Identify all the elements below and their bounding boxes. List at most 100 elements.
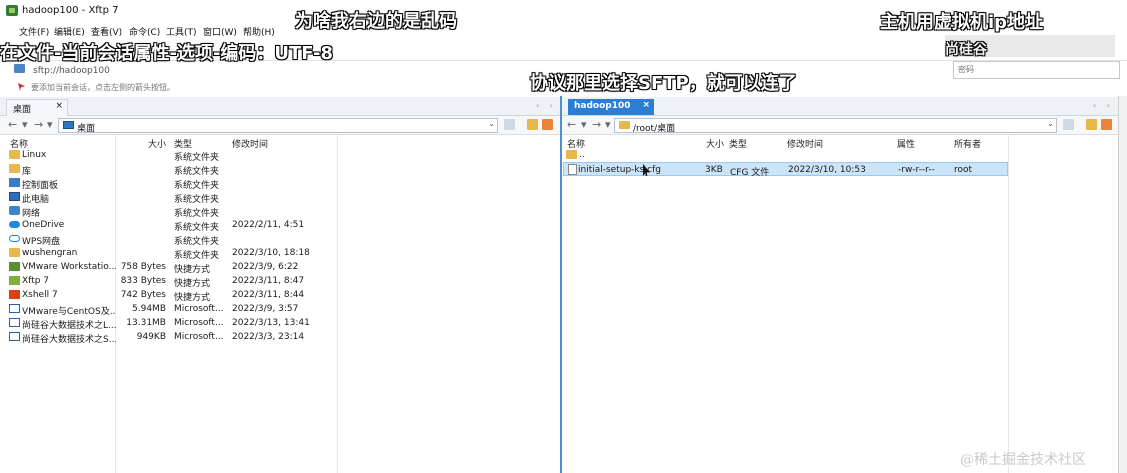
address-input[interactable] bbox=[4, 63, 944, 78]
back-arrow-icon[interactable]: ← bbox=[8, 118, 17, 131]
file-icon bbox=[568, 164, 577, 175]
watermark: @稀土掘金技术社区 bbox=[960, 452, 1086, 468]
tab-scroll-arrows[interactable]: ‹ › bbox=[536, 101, 557, 110]
list-item[interactable]: Xshell 7 742 Bytes 快捷方式 2022/3/11, 8:44 bbox=[0, 288, 560, 303]
file-type: Microsoft... bbox=[174, 304, 224, 314]
xftp-app-icon bbox=[6, 5, 18, 16]
column-divider bbox=[1008, 134, 1009, 473]
tab-remote-hadoop100[interactable]: hadoop100 × bbox=[568, 99, 654, 115]
list-item[interactable]: 尚硅谷大数据技术之L... 13.31MB Microsoft... 2022/3/1… bbox=[0, 316, 560, 331]
file-name: Linux bbox=[22, 150, 47, 160]
tab-label: hadoop100 bbox=[574, 101, 631, 111]
close-icon[interactable]: × bbox=[642, 100, 650, 110]
file-name: 尚硅谷大数据技术之S... bbox=[22, 335, 116, 345]
list-item[interactable]: .. bbox=[563, 148, 1008, 162]
file-modified: 2022/3/10, 18:18 bbox=[232, 248, 310, 258]
menu-help[interactable]: 帮助(H) bbox=[243, 25, 275, 38]
menu-window[interactable]: 窗口(W) bbox=[203, 25, 237, 38]
forward-arrow-icon[interactable]: → bbox=[592, 118, 601, 131]
folder-up-icon[interactable] bbox=[527, 119, 538, 130]
menu-file[interactable]: 文件(F) bbox=[19, 25, 49, 38]
caption-top-right-sub: 尚硅谷 bbox=[945, 42, 987, 58]
file-modified: 2022/3/11, 8:47 bbox=[232, 276, 305, 286]
vmware-icon bbox=[9, 262, 20, 271]
list-item[interactable]: 尚硅谷大数据技术之S... 949KB Microsoft... 2022/3/3, … bbox=[0, 330, 560, 345]
forward-arrow-icon[interactable]: → bbox=[34, 118, 43, 131]
file-attributes: -rw-r--r-- bbox=[898, 165, 935, 175]
list-item[interactable]: wushengran 系统文件夹 2022/3/10, 18:18 bbox=[0, 246, 560, 261]
local-path-input[interactable]: 桌面 ⌄ bbox=[58, 118, 498, 134]
close-icon[interactable]: × bbox=[55, 101, 63, 111]
menu-edit[interactable]: 编辑(E) bbox=[54, 25, 85, 38]
file-modified: 2022/3/13, 13:41 bbox=[232, 318, 310, 328]
refresh-icon[interactable] bbox=[1063, 119, 1074, 130]
dropdown-icon[interactable]: ▾ bbox=[47, 118, 53, 131]
list-item[interactable]: WPS网盘 系统文件夹 bbox=[0, 232, 560, 247]
file-name: wushengran bbox=[22, 248, 78, 258]
control-panel-icon bbox=[9, 178, 20, 187]
xshell-icon bbox=[9, 290, 20, 299]
document-icon bbox=[9, 318, 20, 327]
caption-middle: 协议那里选择SFTP，就可以连了 bbox=[530, 73, 797, 94]
file-modified: 2022/3/9, 6:22 bbox=[232, 262, 299, 272]
list-item[interactable]: 控制面板 系统文件夹 bbox=[0, 176, 560, 191]
menu-view[interactable]: 查看(V) bbox=[91, 25, 122, 38]
document-icon bbox=[9, 304, 20, 313]
menu-tools[interactable]: 工具(T) bbox=[166, 25, 197, 38]
tab-local-desktop[interactable]: 桌面 × bbox=[6, 99, 68, 116]
tab-label: 桌面 bbox=[13, 105, 32, 115]
folder-icon bbox=[619, 121, 630, 129]
file-size: 833 Bytes bbox=[120, 276, 166, 286]
dropdown-icon[interactable]: ▾ bbox=[605, 118, 611, 131]
list-item[interactable]: initial-setup-ks.cfg 3KB CFG 文件 2022/3/1… bbox=[563, 162, 1008, 178]
folder-up-icon[interactable] bbox=[1086, 119, 1097, 130]
dropdown-icon[interactable]: ▾ bbox=[581, 118, 587, 131]
list-item[interactable]: VMware与CentOS及... 5.94MB Microsoft... 2022/… bbox=[0, 302, 560, 317]
list-item[interactable]: 此电脑 系统文件夹 bbox=[0, 190, 560, 205]
onedrive-icon bbox=[9, 221, 20, 228]
list-item[interactable]: Xftp 7 833 Bytes 快捷方式 2022/3/11, 8:47 bbox=[0, 274, 560, 289]
file-size: 3KB bbox=[705, 165, 723, 175]
refresh-icon[interactable] bbox=[504, 119, 515, 130]
remote-path-text: /root/桌面 bbox=[633, 124, 676, 134]
tab-scroll-arrows[interactable]: ‹ › bbox=[1093, 101, 1114, 110]
file-modified: 2022/3/10, 10:53 bbox=[788, 165, 866, 175]
file-name: .. bbox=[579, 150, 585, 160]
dropdown-icon[interactable]: ▾ bbox=[22, 118, 28, 131]
file-size: 5.94MB bbox=[132, 304, 166, 314]
caption-top-right: 主机用虚拟机ip地址 bbox=[880, 12, 1044, 33]
folder-icon bbox=[566, 150, 577, 159]
caption-top-left: 在文件-当前会话属性-选项-编码：UTF-8 bbox=[0, 43, 334, 64]
file-name: OneDrive bbox=[22, 220, 65, 230]
chevron-down-icon[interactable]: ⌄ bbox=[1047, 119, 1054, 128]
list-item[interactable]: Linux 系统文件夹 bbox=[0, 148, 560, 163]
folder-icon bbox=[9, 164, 20, 173]
scrollbar-track[interactable] bbox=[1118, 96, 1127, 473]
file-name: Xshell 7 bbox=[22, 290, 58, 300]
chevron-down-icon[interactable]: ⌄ bbox=[488, 119, 495, 128]
folder-icon bbox=[9, 150, 20, 159]
menu-command[interactable]: 命令(C) bbox=[129, 25, 160, 38]
list-item[interactable]: OneDrive 系统文件夹 2022/2/11, 4:51 bbox=[0, 218, 560, 233]
home-icon[interactable] bbox=[542, 119, 553, 130]
list-item[interactable]: 网络 系统文件夹 bbox=[0, 204, 560, 219]
file-type: Microsoft... bbox=[174, 318, 224, 328]
list-item[interactable]: VMware Workstatio... 758 Bytes 快捷方式 2022/3/… bbox=[0, 260, 560, 275]
file-modified: 2022/3/3, 23:14 bbox=[232, 332, 305, 342]
computer-icon bbox=[9, 192, 20, 201]
network-icon bbox=[9, 206, 20, 215]
pane-splitter[interactable] bbox=[560, 96, 562, 473]
address-value: sftp://hadoop100 bbox=[33, 66, 110, 76]
file-name: VMware Workstatio... bbox=[22, 262, 116, 272]
desktop-icon bbox=[63, 121, 74, 129]
back-arrow-icon[interactable]: ← bbox=[567, 118, 576, 131]
file-modified: 2022/3/9, 3:57 bbox=[232, 304, 299, 314]
home-icon[interactable] bbox=[1101, 119, 1112, 130]
file-size: 742 Bytes bbox=[120, 290, 166, 300]
remote-path-input[interactable]: /root/桌面 ⌄ bbox=[614, 118, 1057, 134]
list-item[interactable]: 库系统文件夹 bbox=[0, 162, 560, 177]
folder-icon bbox=[9, 248, 20, 257]
password-input[interactable] bbox=[953, 61, 1120, 79]
cloud-drive-icon bbox=[9, 235, 20, 242]
caption-top-center: 为啥我右边的是乱码 bbox=[295, 11, 457, 32]
